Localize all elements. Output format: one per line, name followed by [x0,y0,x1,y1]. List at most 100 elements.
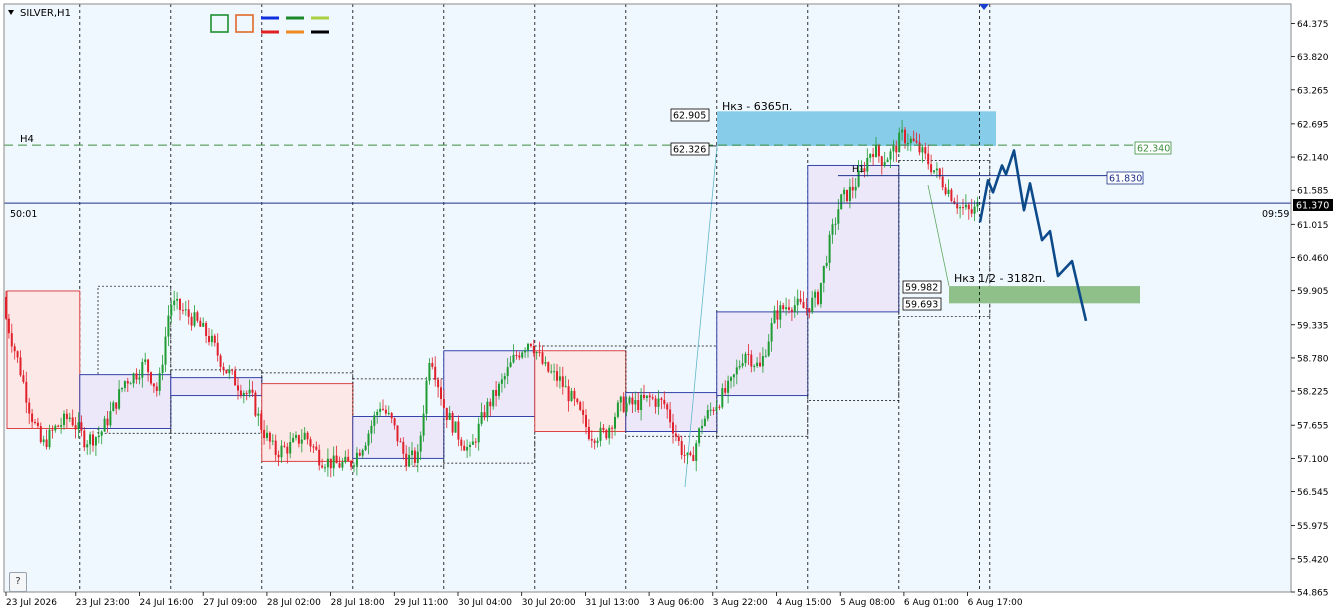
candle-body [889,151,892,160]
candle-body [431,362,434,367]
candle-body [318,449,321,466]
candle-body [71,417,74,426]
help-button[interactable]: ? [9,572,27,592]
candle-body [266,432,268,439]
resistance-zone[interactable] [717,111,996,146]
candle-body [732,374,735,378]
candle-body [692,455,695,461]
candle-body [434,366,437,380]
candle-body [36,422,39,427]
x-tick-label: 24 Jul 16:00 [140,598,194,608]
candle-body [805,308,808,310]
candle-body [695,443,698,461]
candle-body [825,262,828,266]
candle-body [660,398,663,400]
candle-body [231,369,234,371]
candle-body [167,315,170,337]
candle-body [126,381,129,384]
candle-body [973,206,976,214]
candle-body [353,465,355,467]
candle-body [689,452,692,456]
candle-body [457,421,460,440]
candle-body [967,204,970,210]
candle-body [648,395,651,398]
x-tick-label: 4 Aug 15:00 [777,598,832,608]
candle-body [614,416,616,429]
y-tick-label: 58.780 [1297,354,1329,364]
price-chart[interactable]: 64.375 63.820 63.265 62.695 62.140 61.585 61.0… [0,0,1336,616]
candle-body [100,431,103,436]
candle-body [730,377,732,381]
candle-body [964,204,967,208]
y-tick-label: 59.905 [1297,287,1329,297]
candle-body [883,162,886,166]
candle-body [556,371,558,381]
candle-body [477,423,480,443]
candle-body [19,357,22,376]
candle-body [60,425,63,427]
candle-body [851,186,854,191]
candle-body [277,454,280,458]
candle-body [788,307,790,310]
y-tick-label: 56.545 [1297,488,1329,498]
candle-body [257,413,260,416]
candle-body [422,413,425,436]
support-note: Нкз 1/2 - 3182п. [954,272,1046,285]
candle-body [709,409,712,411]
candle-body [237,385,239,391]
candle-body [683,454,686,456]
candle-body [616,402,619,417]
support-zone[interactable] [949,286,1140,304]
candle-body [10,333,13,347]
candle-body [34,422,36,424]
candle-body [335,455,338,464]
candle-body [854,186,857,191]
candle-body [428,362,431,381]
candle-body [216,342,219,356]
candle-body [173,300,176,306]
candle-body [155,386,158,391]
candle-body [912,138,915,141]
x-tick-label: 23 Jul 23:00 [76,598,130,608]
candle-body [132,373,135,384]
candle-body [364,445,367,451]
candle-body [558,376,561,381]
candle-body [634,400,637,405]
y-tick-label: 61.585 [1297,187,1329,197]
y-tick-label: 62.140 [1297,154,1329,164]
candle-body [54,425,57,431]
x-tick-label: 3 Aug 22:00 [713,598,768,608]
x-tick-label: 30 Jul 04:00 [458,598,512,608]
candle-body [808,308,811,313]
candle-body [184,309,187,311]
candle-body [579,402,582,410]
candle-body [509,362,512,368]
candle-body [657,398,660,407]
candle-body [413,450,416,463]
candle-body [170,305,173,316]
candle-body [822,265,825,283]
candle-body [326,458,329,468]
y-tick-label: 55.420 [1297,555,1329,565]
candle-body [158,373,161,391]
candle-body [956,203,959,209]
candle-body [521,352,524,358]
candle-body [222,366,225,370]
candle-body [63,413,65,426]
candle-body [13,346,16,352]
candle-body [875,145,877,157]
y-tick-label: 61.015 [1297,221,1329,231]
session-box [716,311,809,397]
candle-body [515,354,518,356]
candle-body [500,379,503,384]
candle-body [735,367,738,375]
session-box [443,350,536,417]
candle-body [814,291,817,298]
candle-body [74,425,77,430]
candle-body [750,354,753,367]
candle-body [416,451,419,463]
candle-body [701,426,703,429]
candle-body [782,305,785,310]
x-tick-label: 23 Jul 2026 [6,598,57,608]
candle-body [251,389,254,393]
